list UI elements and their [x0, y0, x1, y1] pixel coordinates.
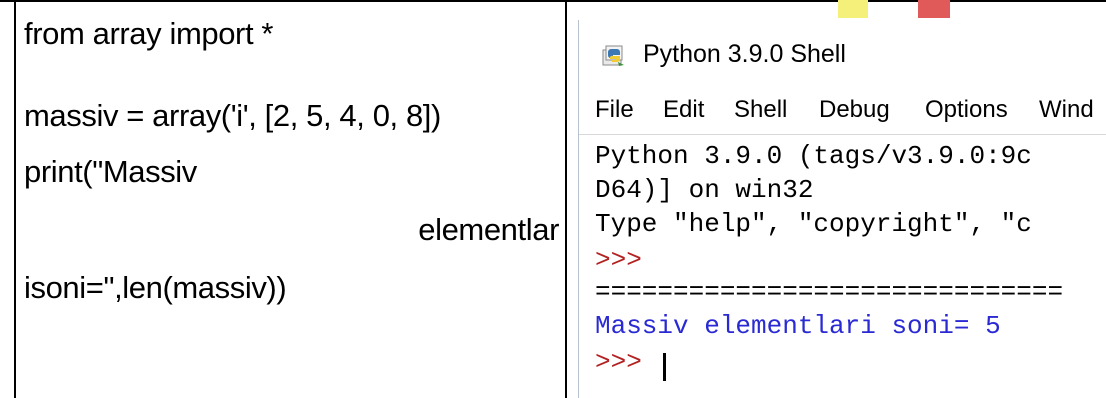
code-line-1: from array import * — [24, 16, 274, 51]
console-prompt: >>> — [595, 347, 658, 377]
menu-debug[interactable]: Debug — [819, 96, 890, 124]
python-shell-window: Python 3.9.0 Shell File Edit Shell Debug… — [578, 20, 1106, 398]
menu-edit[interactable]: Edit — [663, 96, 704, 124]
shell-menubar: File Edit Shell Debug Options Wind — [579, 90, 1106, 134]
text-cursor — [663, 353, 666, 381]
menu-shell[interactable]: Shell — [734, 96, 787, 124]
shell-title: Python 3.9.0 Shell — [643, 40, 846, 68]
menu-window[interactable]: Wind — [1039, 96, 1094, 124]
console-line: Type "help", "copyright", "c — [595, 209, 1032, 239]
screenshot-frame: from array import * massiv = array('i', … — [0, 0, 1106, 398]
code-line-3: print("Massiv — [24, 154, 197, 189]
shell-titlebar: Python 3.9.0 Shell — [579, 20, 1106, 90]
console-output: Massiv elementlari soni= 5 — [595, 311, 1001, 341]
console-line: D64)] on win32 — [595, 175, 814, 205]
console-prompt: >>> — [595, 245, 642, 275]
code-line-4: elementlar — [418, 212, 559, 247]
shell-console[interactable]: Python 3.9.0 (tags/v3.9.0:9c D64)] on wi… — [579, 134, 1106, 398]
table-middle-border — [565, 0, 567, 398]
top-color-strip-red — [918, 0, 950, 18]
console-line: Python 3.9.0 (tags/v3.9.0:9c — [595, 141, 1032, 171]
top-color-strip-yellow — [838, 0, 868, 18]
code-snippet-cell: from array import * massiv = array('i', … — [24, 12, 559, 392]
code-line-5: isoni=",len(massiv)) — [24, 270, 287, 305]
python-shell-icon — [602, 45, 624, 66]
code-line-2: massiv = array('i', [2, 5, 4, 0, 8]) — [24, 98, 441, 133]
table-left-border — [14, 0, 16, 398]
menu-file[interactable]: File — [595, 96, 634, 124]
console-restart-separator: ============================== — [595, 277, 1064, 307]
menu-options[interactable]: Options — [925, 96, 1008, 124]
